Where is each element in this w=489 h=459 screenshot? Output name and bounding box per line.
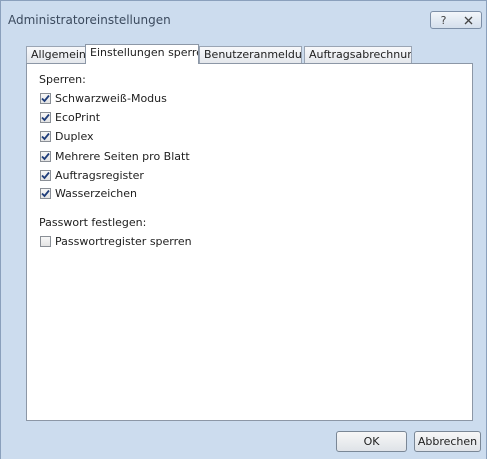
- tab-allgemein[interactable]: Allgemein: [26, 46, 87, 63]
- password-group-label: Passwort festlegen:: [39, 216, 147, 229]
- lock-group-label: Sperren:: [39, 73, 86, 86]
- checkbox-row[interactable]: EcoPrint: [40, 110, 100, 124]
- checkbox-label: Auftragsregister: [55, 168, 144, 182]
- checkbox-row[interactable]: Auftragsregister: [40, 168, 144, 182]
- checkbox-label: Schwarzweiß-Modus: [55, 91, 167, 105]
- checkbox-row[interactable]: Duplex: [40, 129, 94, 143]
- checkbox-mehrere-seiten[interactable]: [40, 150, 51, 162]
- help-button[interactable]: ?: [430, 11, 457, 29]
- checkbox-duplex[interactable]: [40, 130, 51, 142]
- checkbox-label: Duplex: [55, 129, 94, 143]
- checkbox-passwortregister[interactable]: [40, 235, 51, 247]
- close-icon: [464, 16, 473, 24]
- checkbox-auftragsregister[interactable]: [40, 169, 51, 181]
- help-icon: ?: [440, 13, 447, 27]
- admin-settings-dialog: Administratoreinstellungen ? Allgemein E…: [0, 0, 487, 459]
- checkmark-icon: [41, 132, 50, 140]
- checkbox-ecoprint[interactable]: [40, 111, 51, 123]
- checkmark-icon: [41, 94, 50, 102]
- tab-auftragsabrechnung[interactable]: Auftragsabrechnung: [304, 46, 412, 63]
- close-button[interactable]: [456, 11, 482, 29]
- checkbox-schwarzweiss[interactable]: [40, 92, 51, 104]
- checkbox-row[interactable]: Mehrere Seiten pro Blatt: [40, 149, 190, 163]
- checkmark-icon: [41, 152, 50, 160]
- window-title: Administratoreinstellungen: [8, 13, 171, 27]
- checkbox-label: Passwortregister sperren: [55, 234, 192, 248]
- tab-einstellungen-sperren[interactable]: Einstellungen sperren: [85, 44, 199, 64]
- checkbox-label: Mehrere Seiten pro Blatt: [55, 149, 190, 163]
- checkmark-icon: [41, 113, 50, 121]
- checkbox-row[interactable]: Schwarzweiß-Modus: [40, 91, 167, 105]
- tab-benutzeranmeldung[interactable]: Benutzeranmeldung: [199, 46, 302, 63]
- title-bar: Administratoreinstellungen ?: [1, 1, 486, 35]
- tab-panel: Sperren: Schwarzweiß-Modus EcoPrint Dupl…: [26, 63, 473, 421]
- checkbox-label: EcoPrint: [55, 110, 101, 124]
- cancel-button[interactable]: Abbrechen: [414, 431, 481, 452]
- checkmark-icon: [41, 189, 50, 197]
- ok-button[interactable]: OK: [336, 431, 407, 452]
- checkbox-label: Wasserzeichen: [55, 186, 138, 200]
- checkbox-wasserzeichen[interactable]: [40, 187, 51, 199]
- checkbox-row[interactable]: Passwortregister sperren: [40, 234, 192, 248]
- checkbox-row[interactable]: Wasserzeichen: [40, 186, 137, 200]
- checkmark-icon: [41, 171, 50, 179]
